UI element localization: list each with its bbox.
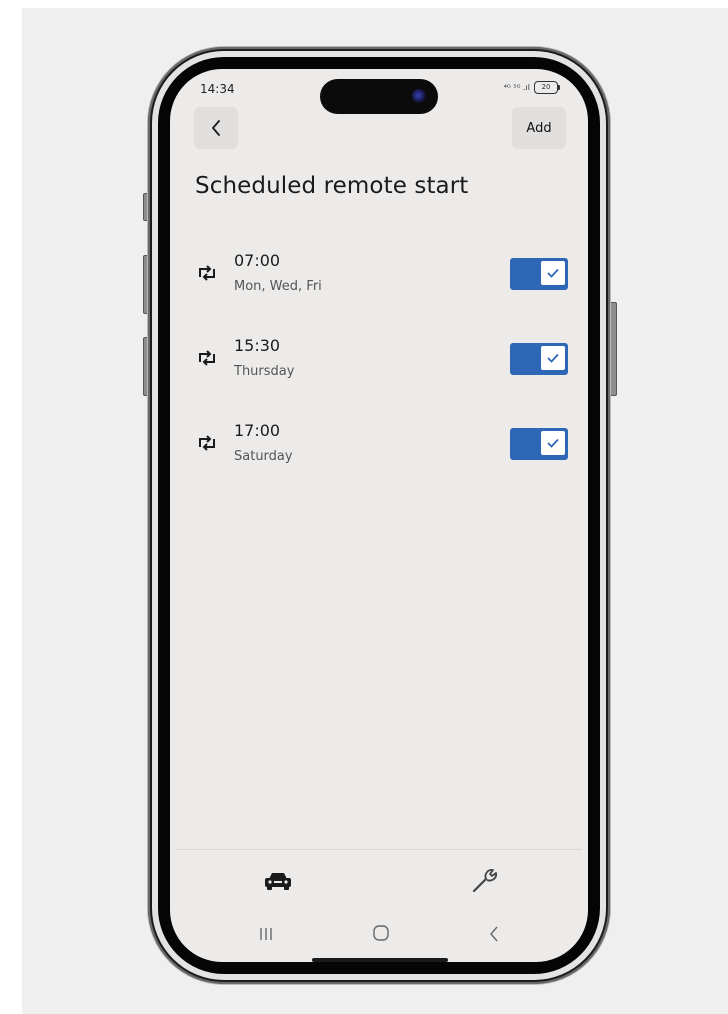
- schedule-row[interactable]: 17:00 Saturday: [170, 415, 588, 500]
- recents-icon[interactable]: [256, 925, 276, 943]
- schedule-days: Saturday: [234, 449, 293, 464]
- check-icon: [547, 268, 559, 278]
- schedule-days: Mon, Wed, Fri: [234, 279, 322, 294]
- repeat-icon: [199, 435, 215, 451]
- power-button: [610, 302, 617, 396]
- battery-icon: 20: [534, 81, 560, 94]
- schedule-row[interactable]: 07:00 Mon, Wed, Fri: [170, 245, 588, 330]
- schedule-toggle[interactable]: [510, 428, 568, 460]
- bottom-divider: [176, 849, 582, 850]
- schedule-time: 17:00: [234, 421, 281, 440]
- wrench-icon[interactable]: [470, 865, 500, 895]
- schedule-toggle[interactable]: [510, 258, 568, 290]
- repeat-icon: [199, 350, 215, 366]
- home-indicator[interactable]: [312, 958, 448, 962]
- chevron-left-icon: [212, 120, 220, 136]
- system-nav-bar: [170, 919, 588, 949]
- back-icon[interactable]: [486, 924, 502, 944]
- check-icon: [547, 353, 559, 363]
- app-screen: 14:34 ⁴ᴳ ⁵ᴳ .ıl 20 Add Scheduled remote …: [170, 69, 588, 962]
- signal-icon: ⁴ᴳ ⁵ᴳ .ıl: [503, 83, 530, 92]
- repeat-icon: [199, 265, 215, 281]
- status-icons: ⁴ᴳ ⁵ᴳ .ıl 20: [503, 81, 560, 94]
- schedule-list: 07:00 Mon, Wed, Fri 15:30 Thursday 17:00…: [170, 245, 588, 500]
- toggle-knob: [541, 431, 565, 455]
- schedule-days: Thursday: [234, 364, 295, 379]
- toggle-knob: [541, 261, 565, 285]
- check-icon: [547, 438, 559, 448]
- dynamic-island: [320, 79, 438, 114]
- toggle-knob: [541, 346, 565, 370]
- add-button[interactable]: Add: [512, 107, 566, 149]
- schedule-toggle[interactable]: [510, 343, 568, 375]
- back-button[interactable]: [194, 107, 238, 149]
- status-time: 14:34: [200, 82, 235, 96]
- schedule-time: 15:30: [234, 336, 281, 355]
- page-title: Scheduled remote start: [195, 173, 469, 199]
- schedule-row[interactable]: 15:30 Thursday: [170, 330, 588, 415]
- car-icon[interactable]: [262, 869, 294, 893]
- home-icon[interactable]: [372, 924, 390, 942]
- front-camera-icon: [412, 89, 426, 103]
- schedule-time: 07:00: [234, 251, 281, 270]
